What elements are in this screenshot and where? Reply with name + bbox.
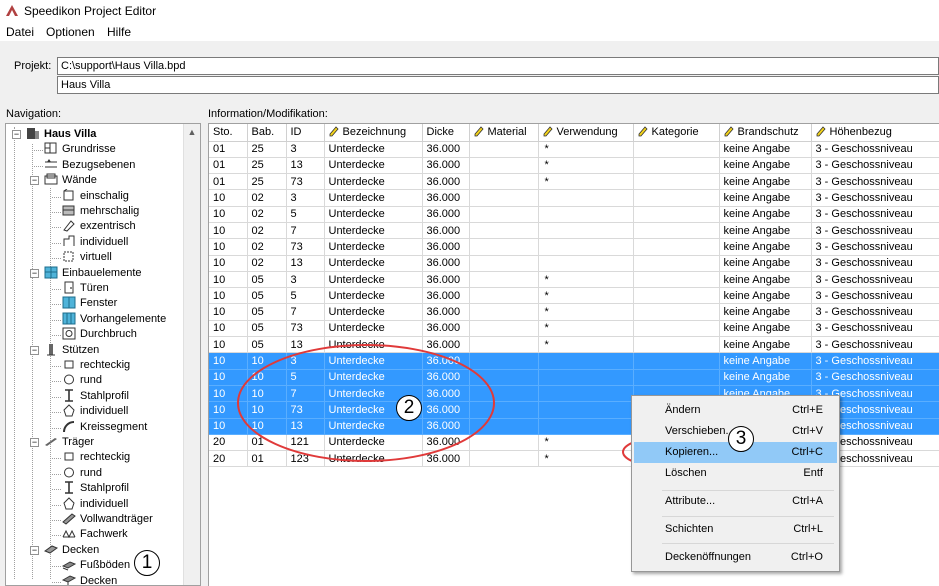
menu-item-deckenoeffnungen[interactable]: Deckenöffnungen Ctrl+O: [634, 547, 837, 568]
menu-separator: [662, 543, 834, 544]
callout-1: 1: [134, 550, 160, 576]
context-menu: Ändern Ctrl+E Verschieben... Ctrl+V Kopier…: [631, 395, 840, 572]
menu-item-schichten[interactable]: Schichten Ctrl+L: [634, 519, 837, 540]
annotation-ellipse-selection: [237, 344, 495, 462]
menu-item-loeschen[interactable]: Löschen Entf: [634, 463, 837, 484]
menu-item-aendern[interactable]: Ändern Ctrl+E: [634, 400, 837, 421]
callout-3: 3: [728, 426, 754, 452]
menu-item-attribute[interactable]: Attribute... Ctrl+A: [634, 491, 837, 512]
callout-2: 2: [396, 395, 422, 421]
menu-separator: [662, 516, 834, 517]
